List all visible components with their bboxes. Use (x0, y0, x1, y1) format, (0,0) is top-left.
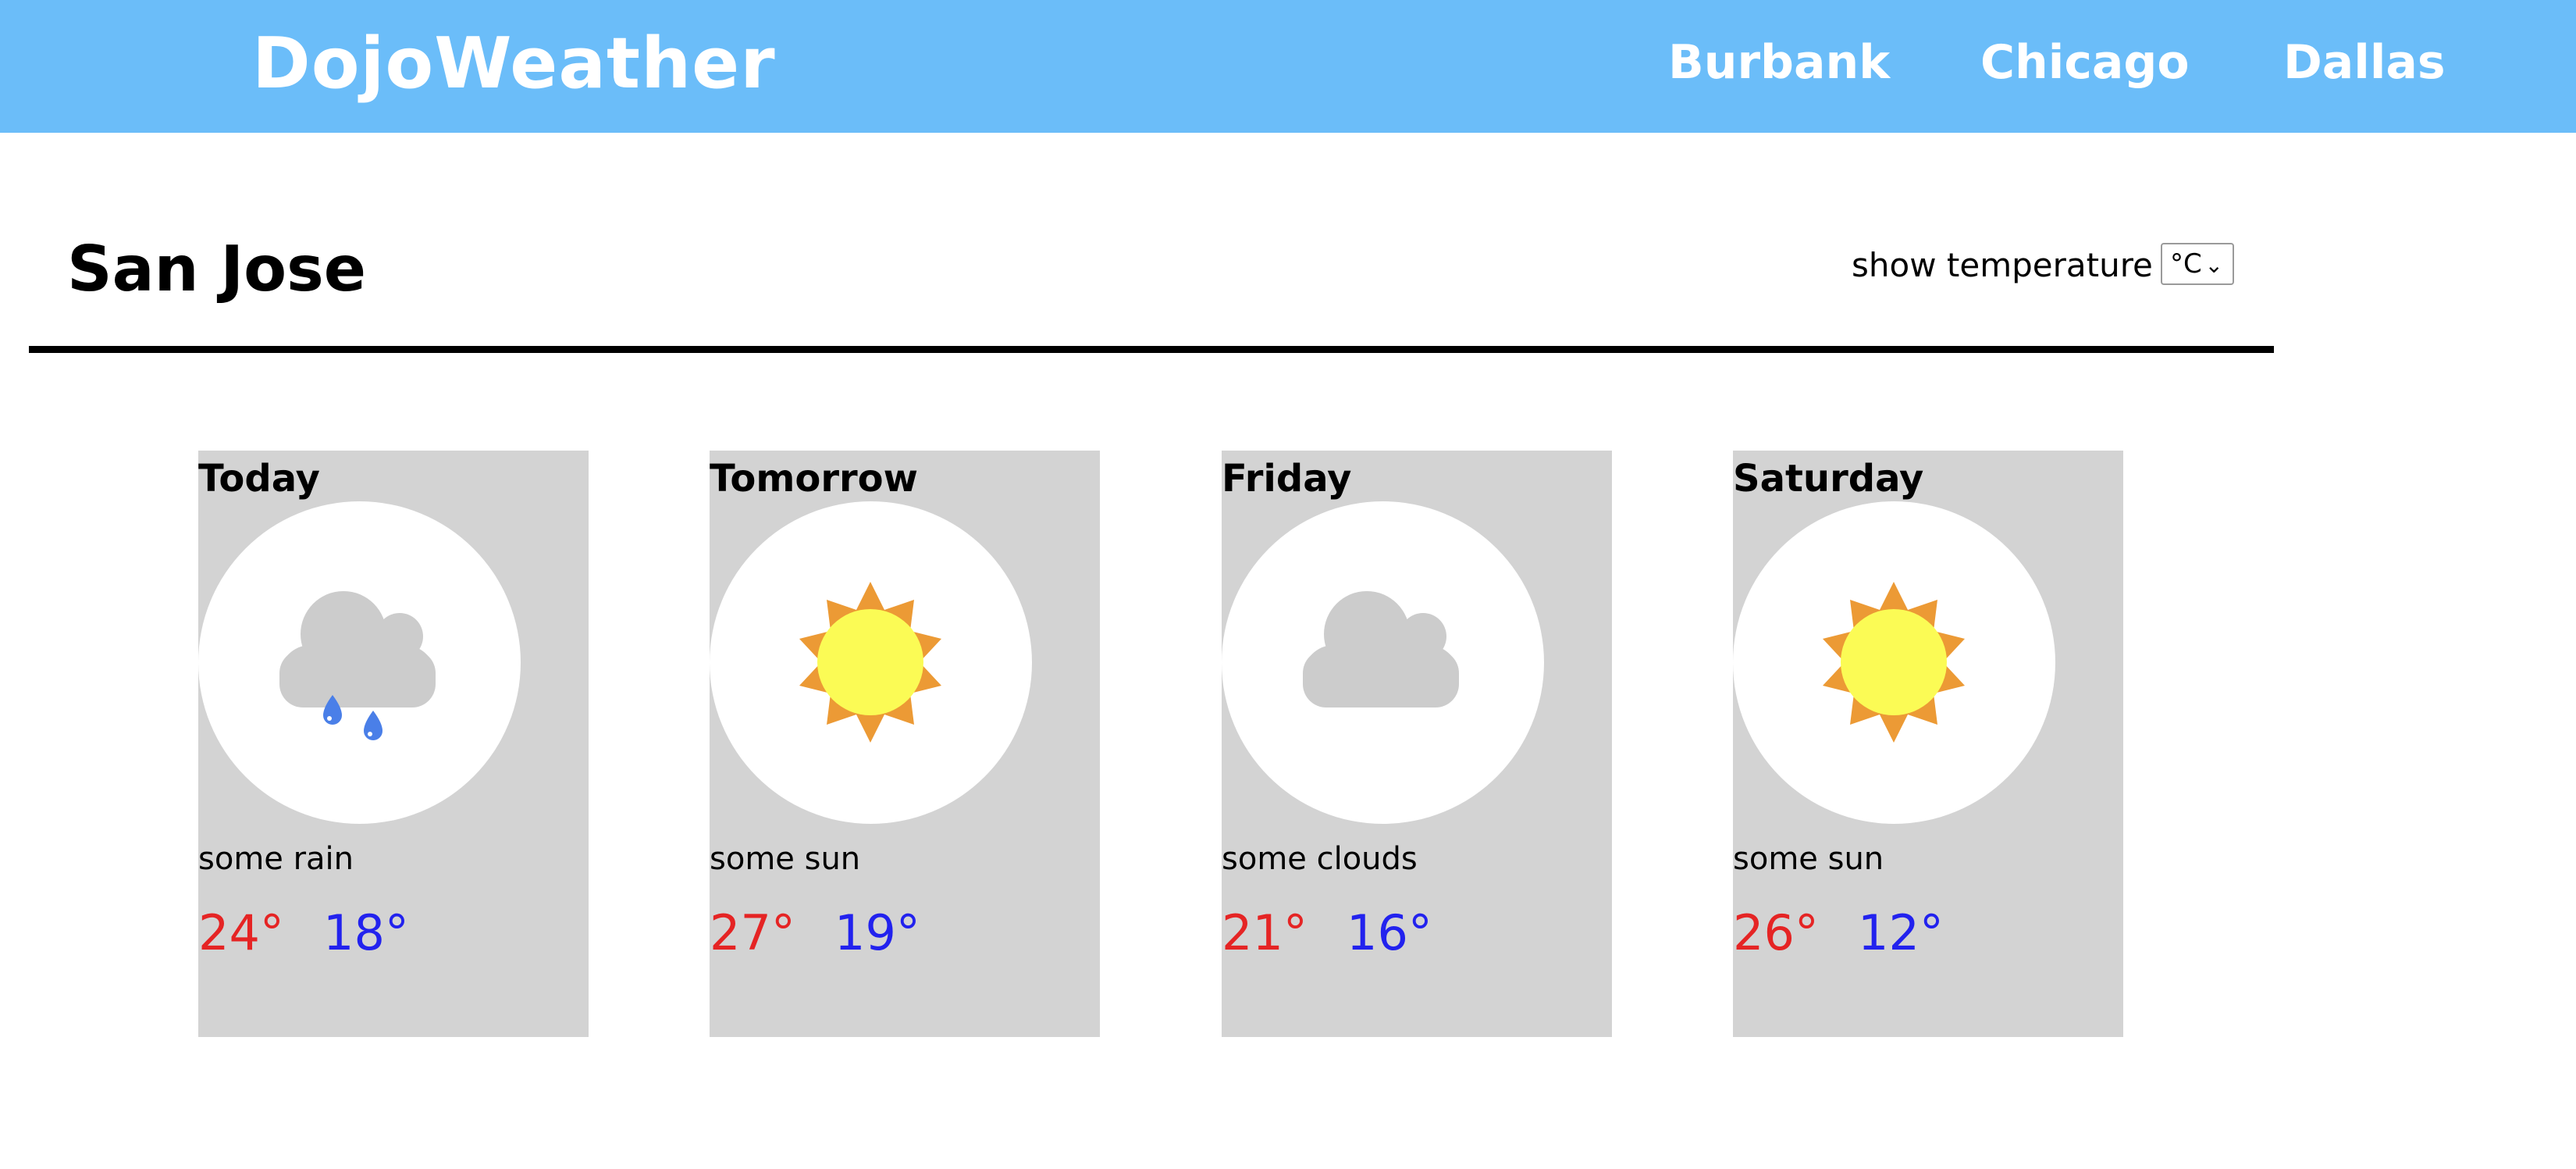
forecast-low-temp: 19° (834, 904, 920, 961)
forecast-low-temp: 12° (1858, 904, 1944, 961)
forecast-condition: some clouds (1222, 841, 1418, 877)
weather-icon-container (710, 501, 1032, 824)
city-title: San Jose (67, 233, 367, 305)
section-divider (29, 346, 2274, 353)
forecast-condition: some sun (710, 841, 861, 877)
forecast-card-tomorrow: Tomorrow some sun 27° 19° (710, 451, 1100, 1037)
rain-cloud-icon (279, 591, 436, 740)
forecast-day: Saturday (1733, 457, 1924, 501)
forecast-low-temp: 16° (1347, 904, 1432, 961)
weather-icon-container (1222, 501, 1544, 824)
forecast-high-temp: 27° (710, 904, 795, 961)
weather-icon-container (198, 501, 521, 824)
brand-logo[interactable]: DojoWeather (252, 17, 776, 111)
forecast-high-temp: 26° (1733, 904, 1819, 961)
temperature-unit-label: show temperature in (1852, 246, 2194, 284)
forecast-card-saturday: Saturday some sun 26° 12° (1733, 451, 2123, 1037)
temperature-unit-select[interactable]: °C ⌄ (2161, 243, 2234, 285)
forecast-condition: some sun (1733, 841, 1884, 877)
forecast-high-temp: 21° (1222, 904, 1308, 961)
cloud-icon (1303, 591, 1459, 707)
forecast-condition: some rain (198, 841, 354, 877)
top-navbar: DojoWeather Burbank Chicago Dallas (0, 0, 2576, 133)
nav-link-dallas[interactable]: Dallas (2283, 31, 2446, 94)
forecast-day: Tomorrow (710, 457, 918, 501)
forecast-low-temp: 18° (323, 904, 409, 961)
nav-link-burbank[interactable]: Burbank (1668, 31, 1890, 94)
sun-icon (799, 582, 941, 743)
forecast-high-temp: 24° (198, 904, 284, 961)
chevron-down-icon: ⌄ (2204, 252, 2223, 278)
weather-icon-container (1733, 501, 2055, 824)
forecast-card-today: Today some rain 24° 18° (198, 451, 589, 1037)
forecast-day: Today (198, 457, 320, 501)
nav-link-chicago[interactable]: Chicago (1980, 31, 2190, 94)
forecast-card-friday: Friday some clouds 21° 16° (1222, 451, 1612, 1037)
sun-icon (1823, 582, 1965, 743)
forecast-day: Friday (1222, 457, 1352, 501)
temperature-unit-value: °C (2170, 248, 2202, 280)
